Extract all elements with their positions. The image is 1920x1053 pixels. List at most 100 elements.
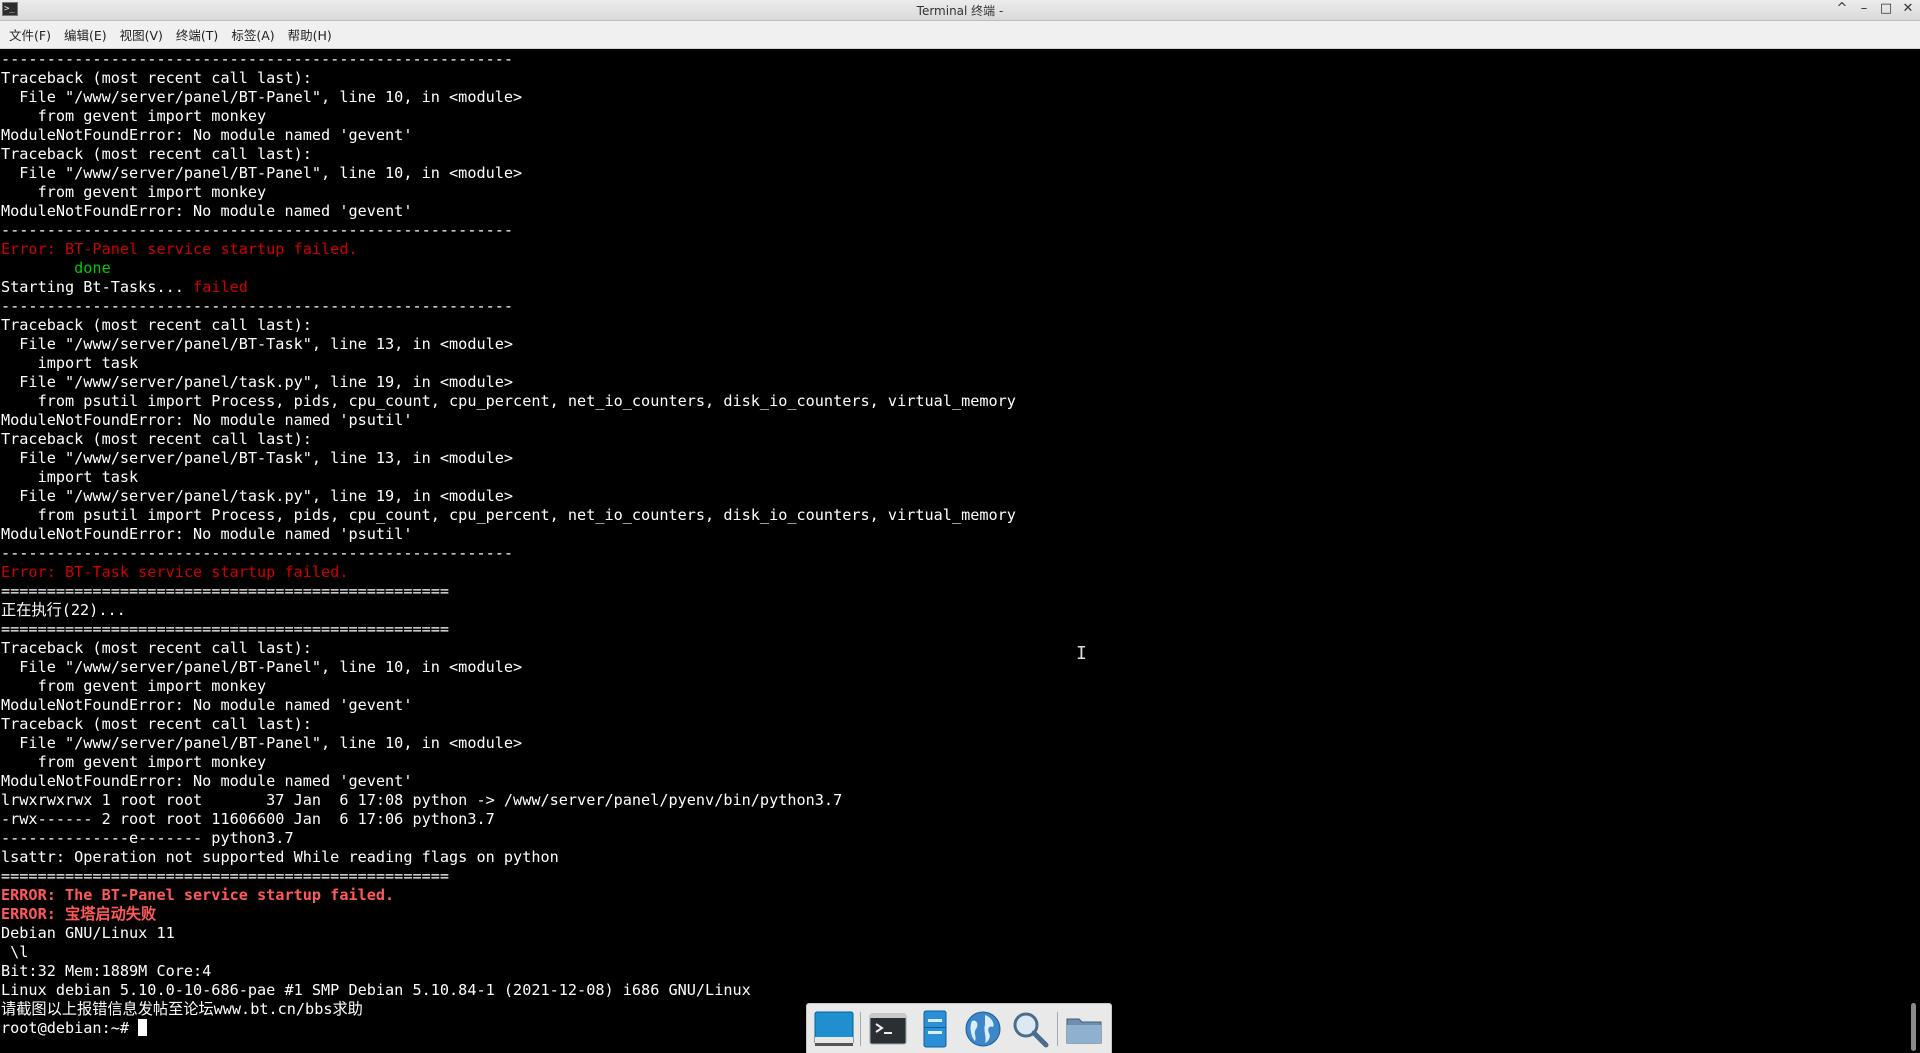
terminal-line-text: File "/www/server/panel/BT-Panel", line … bbox=[1, 734, 523, 752]
close-button[interactable]: ✕ bbox=[1900, 1, 1916, 17]
menu-view[interactable]: 视图(V) bbox=[115, 25, 171, 44]
terminal-line: ----------------------------------------… bbox=[1, 50, 1900, 69]
window-titlebar[interactable]: >_ Terminal 终端 - ^ – □ ✕ bbox=[0, 0, 1920, 21]
terminal-line: from gevent import monkey bbox=[1, 677, 1900, 696]
terminal-line: ERROR: 宝塔启动失败 bbox=[1, 905, 1900, 924]
terminal-line: -rwx------ 2 root root 11606600 Jan 6 17… bbox=[1, 810, 1900, 829]
folder-icon[interactable] bbox=[1064, 1008, 1105, 1050]
terminal-line-text: ----------------------------------------… bbox=[1, 50, 514, 68]
terminal-line: import task bbox=[1, 468, 1900, 487]
terminal-line-text: -rwx------ 2 root root 11606600 Jan 6 17… bbox=[1, 810, 495, 828]
terminal-line: Debian GNU/Linux 11 bbox=[1, 924, 1900, 943]
terminal-line-text: ModuleNotFoundError: No module named 'ps… bbox=[1, 411, 413, 429]
terminal-line: Starting Bt-Tasks... failed bbox=[1, 278, 1900, 297]
terminal-line-text: File "/www/server/panel/BT-Panel", line … bbox=[1, 658, 523, 676]
terminal-line: from psutil import Process, pids, cpu_co… bbox=[1, 506, 1900, 525]
terminal-line: \l bbox=[1, 943, 1900, 962]
file-manager-icon[interactable] bbox=[915, 1008, 956, 1050]
terminal-line-text: \l bbox=[1, 943, 29, 961]
terminal-line-text: Traceback (most recent call last): bbox=[1, 69, 312, 87]
menu-help[interactable]: 帮助(H) bbox=[283, 25, 340, 44]
terminal-line: ModuleNotFoundError: No module named 'ge… bbox=[1, 202, 1900, 221]
terminal-text: ----------------------------------------… bbox=[0, 50, 1900, 1038]
terminal-line: import task bbox=[1, 354, 1900, 373]
terminal-line-text: 请截图以上报错信息发帖至论坛www.bt.cn/bbs求助 bbox=[1, 1000, 363, 1018]
terminal-line-text: import task bbox=[1, 468, 139, 486]
terminal-line: ModuleNotFoundError: No module named 'ge… bbox=[1, 696, 1900, 715]
terminal-line-text: Error: BT-Task service startup failed. bbox=[1, 563, 349, 581]
terminal-line: File "/www/server/panel/BT-Panel", line … bbox=[1, 658, 1900, 677]
terminal-line: Traceback (most recent call last): bbox=[1, 69, 1900, 88]
terminal-line-text: ERROR: 宝塔启动失败 bbox=[1, 905, 157, 923]
terminal-line-text: done bbox=[1, 259, 111, 277]
terminal-line-text: Linux debian 5.10.0-10-686-pae #1 SMP De… bbox=[1, 981, 751, 999]
terminal-line-text: ========================================… bbox=[1, 582, 450, 600]
terminal-line-text: import task bbox=[1, 354, 139, 372]
terminal-line-text: Error: BT-Panel service startup failed. bbox=[1, 240, 358, 258]
terminal-line-text: ----------------------------------------… bbox=[1, 221, 514, 239]
terminal-line: --------------e------- python3.7 bbox=[1, 829, 1900, 848]
terminal-line: lsattr: Operation not supported While re… bbox=[1, 848, 1900, 867]
menu-edit[interactable]: 编辑(E) bbox=[59, 25, 115, 44]
terminal-line-text: ModuleNotFoundError: No module named 'ge… bbox=[1, 202, 413, 220]
menu-tabs[interactable]: 标签(A) bbox=[226, 25, 282, 44]
terminal-line: done bbox=[1, 259, 1900, 278]
terminal-line: Error: BT-Panel service startup failed. bbox=[1, 240, 1900, 259]
terminal-line-text: File "/www/server/panel/BT-Panel", line … bbox=[1, 88, 523, 106]
menu-terminal[interactable]: 终端(T) bbox=[171, 25, 226, 44]
terminal-line-text: root@debian:~# bbox=[1, 1019, 139, 1037]
terminal-line-text: Traceback (most recent call last): bbox=[1, 145, 312, 163]
terminal-output[interactable]: ----------------------------------------… bbox=[0, 50, 1900, 1053]
terminal-line: File "/www/server/panel/BT-Task", line 1… bbox=[1, 449, 1900, 468]
bottom-dock bbox=[806, 1003, 1112, 1053]
terminal-line: Bit:32 Mem:1889M Core:4 bbox=[1, 962, 1900, 981]
terminal-line: Traceback (most recent call last): bbox=[1, 715, 1900, 734]
terminal-line-text: ERROR: The BT-Panel service startup fail… bbox=[1, 886, 395, 904]
menu-file[interactable]: 文件(F) bbox=[4, 25, 59, 44]
terminal-line-text: Traceback (most recent call last): bbox=[1, 715, 312, 733]
window-controls: ^ – □ ✕ bbox=[1834, 1, 1916, 17]
terminal-line: ----------------------------------------… bbox=[1, 297, 1900, 316]
scrollbar-thumb[interactable] bbox=[1911, 1003, 1916, 1051]
app-finder-icon[interactable] bbox=[1009, 1008, 1050, 1050]
terminal-line-text: Traceback (most recent call last): bbox=[1, 430, 312, 448]
mouse-ibeam-cursor-icon: I bbox=[1076, 643, 1087, 664]
web-browser-icon[interactable] bbox=[962, 1008, 1003, 1050]
terminal-line-text: from gevent import monkey bbox=[1, 107, 267, 125]
terminal-icon[interactable] bbox=[867, 1008, 908, 1050]
terminal-line-text: Traceback (most recent call last): bbox=[1, 316, 312, 334]
terminal-line: from psutil import Process, pids, cpu_co… bbox=[1, 392, 1900, 411]
show-desktop-icon[interactable] bbox=[813, 1008, 854, 1050]
terminal-line-text: ----------------------------------------… bbox=[1, 544, 514, 562]
terminal-line: Linux debian 5.10.0-10-686-pae #1 SMP De… bbox=[1, 981, 1900, 1000]
terminal-line-text: from psutil import Process, pids, cpu_co… bbox=[1, 392, 1016, 410]
terminal-line: File "/www/server/panel/BT-Panel", line … bbox=[1, 164, 1900, 183]
terminal-line: from gevent import monkey bbox=[1, 753, 1900, 772]
terminal-scrollbar[interactable] bbox=[1900, 50, 1920, 1053]
terminal-line-text: ModuleNotFoundError: No module named 'ps… bbox=[1, 525, 413, 543]
minimize-button[interactable]: – bbox=[1856, 1, 1872, 17]
terminal-line: Traceback (most recent call last): bbox=[1, 145, 1900, 164]
terminal-line-text: 正在执行(22)... bbox=[1, 601, 126, 619]
terminal-line: lrwxrwxrwx 1 root root 37 Jan 6 17:08 py… bbox=[1, 791, 1900, 810]
terminal-line-text: File "/www/server/panel/task.py", line 1… bbox=[1, 373, 514, 391]
shade-button[interactable]: ^ bbox=[1834, 1, 1850, 17]
terminal-line-text: ========================================… bbox=[1, 620, 450, 638]
terminal-line-text: File "/www/server/panel/BT-Panel", line … bbox=[1, 164, 523, 182]
terminal-line: Traceback (most recent call last): bbox=[1, 430, 1900, 449]
menu-bar: 文件(F) 编辑(E) 视图(V) 终端(T) 标签(A) 帮助(H) bbox=[0, 21, 1920, 49]
terminal-line: ERROR: The BT-Panel service startup fail… bbox=[1, 886, 1900, 905]
maximize-button[interactable]: □ bbox=[1878, 1, 1894, 17]
terminal-line: File "/www/server/panel/BT-Panel", line … bbox=[1, 88, 1900, 107]
terminal-line: Traceback (most recent call last): bbox=[1, 316, 1900, 335]
window-title: Terminal 终端 - bbox=[916, 4, 1004, 18]
terminal-line-text: lsattr: Operation not supported While re… bbox=[1, 848, 559, 866]
terminal-line-text: Debian GNU/Linux 11 bbox=[1, 924, 175, 942]
terminal-line: Traceback (most recent call last): bbox=[1, 639, 1900, 658]
dock-separator bbox=[860, 1011, 862, 1046]
terminal-line-text: File "/www/server/panel/BT-Task", line 1… bbox=[1, 449, 514, 467]
terminal-line-text: ModuleNotFoundError: No module named 'ge… bbox=[1, 126, 413, 144]
terminal-line: ModuleNotFoundError: No module named 'ge… bbox=[1, 126, 1900, 145]
terminal-line-text: File "/www/server/panel/task.py", line 1… bbox=[1, 487, 514, 505]
terminal-line-text: --------------e------- python3.7 bbox=[1, 829, 294, 847]
